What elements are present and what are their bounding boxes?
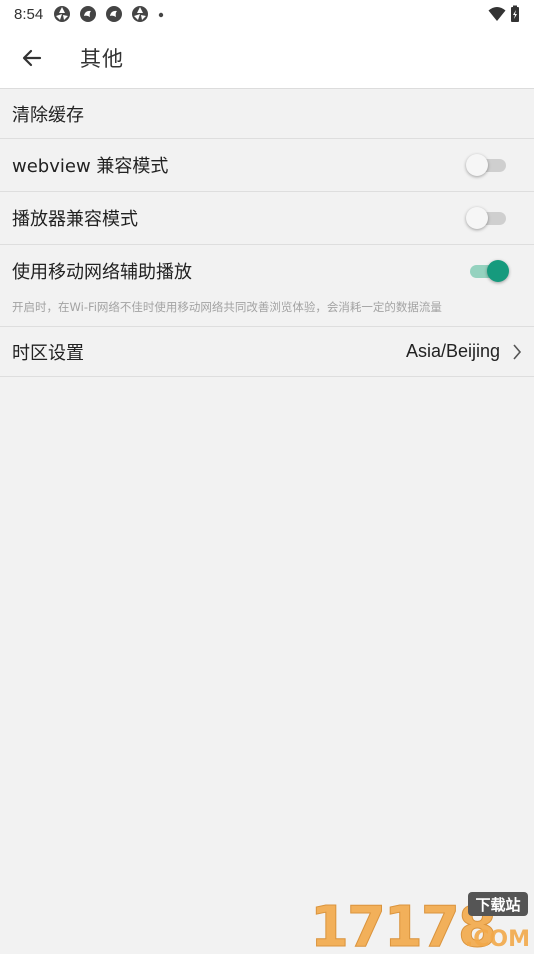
- app-bar: 其他: [0, 28, 534, 89]
- wifi-icon: [488, 6, 506, 22]
- site-watermark-logo: 17178 下载站 .COM: [308, 888, 532, 950]
- timezone-item[interactable]: 时区设置 Asia/Beijing: [0, 327, 534, 377]
- app-notification-icon-2: [131, 5, 149, 23]
- more-notifications-dot-icon: [157, 5, 165, 23]
- app-notification-icon: [53, 5, 71, 23]
- battery-charging-icon: [510, 5, 520, 23]
- status-time: 8:54: [14, 6, 43, 23]
- mobile-assist-description: 开启时，在Wi-Fi网络不佳时使用移动网络共同改善浏览体验，会消耗一定的数据流量: [12, 299, 522, 315]
- notification-icons: [53, 5, 165, 23]
- svg-text:下载站: 下载站: [475, 896, 520, 914]
- webview-compat-item[interactable]: webview 兼容模式: [0, 139, 534, 192]
- clear-cache-label: 清除缓存: [12, 101, 84, 127]
- webview-compat-switch[interactable]: [468, 153, 508, 177]
- player-compat-switch[interactable]: [468, 206, 508, 230]
- settings-list: 清除缓存 webview 兼容模式 播放器兼容模式 使用移动网络辅助播放 开启时…: [0, 89, 534, 377]
- chat-notification-icon-2: [105, 5, 123, 23]
- mobile-assist-label: 使用移动网络辅助播放: [12, 258, 192, 284]
- clear-cache-item[interactable]: 清除缓存: [0, 89, 534, 139]
- chevron-right-icon: [512, 343, 522, 361]
- status-bar: 8:54: [0, 0, 534, 28]
- chat-notification-icon: [79, 5, 97, 23]
- watermark-logo-graphic: 17178 下载站 .COM: [308, 888, 532, 950]
- arrow-back-icon: [21, 47, 43, 69]
- mobile-assist-item[interactable]: 使用移动网络辅助播放 开启时，在Wi-Fi网络不佳时使用移动网络共同改善浏览体验…: [0, 245, 534, 327]
- player-compat-item[interactable]: 播放器兼容模式: [0, 192, 534, 245]
- svg-text:.COM: .COM: [465, 927, 530, 950]
- timezone-label: 时区设置: [12, 339, 84, 365]
- webview-compat-label: webview 兼容模式: [12, 152, 168, 178]
- back-button[interactable]: [0, 28, 64, 89]
- player-compat-label: 播放器兼容模式: [12, 205, 138, 231]
- system-icons: [488, 5, 520, 23]
- page-title: 其他: [80, 43, 124, 73]
- mobile-assist-switch[interactable]: [468, 259, 508, 283]
- timezone-value: Asia/Beijing: [406, 341, 500, 362]
